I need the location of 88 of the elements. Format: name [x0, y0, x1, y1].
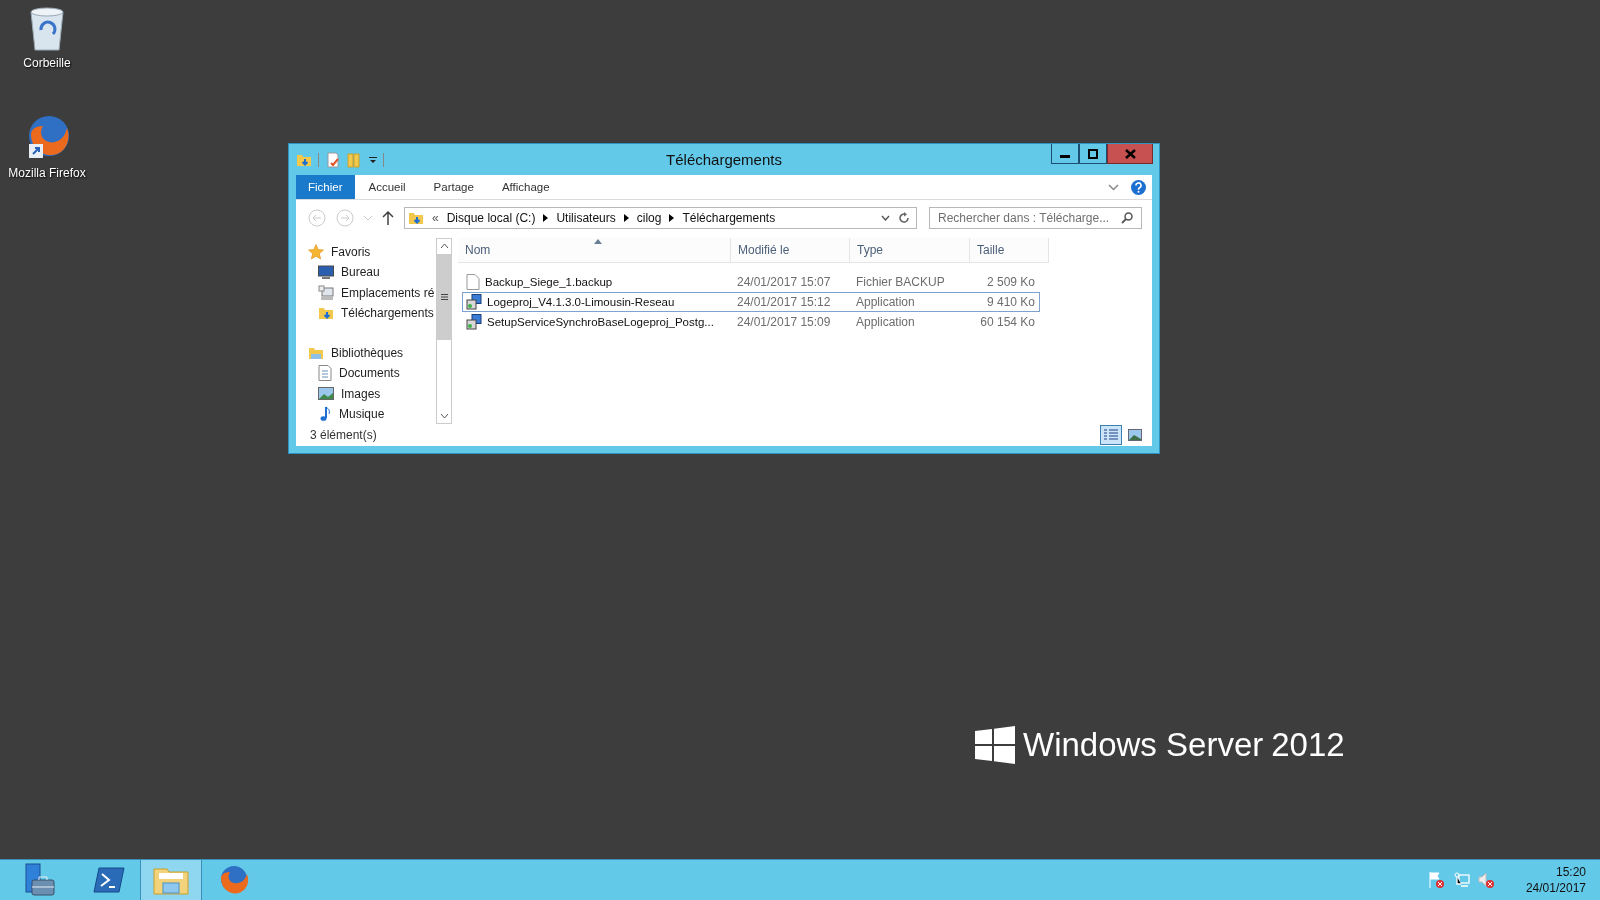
search-icon — [1121, 212, 1133, 224]
installer-icon — [466, 314, 482, 330]
table-cell-text: 60 154 Ko — [979, 315, 1036, 329]
column-header[interactable]: Type — [850, 238, 970, 262]
landscape-picture-icon — [1128, 429, 1142, 441]
overflow-chevron[interactable]: « — [432, 211, 439, 225]
sort-arrow-icon — [594, 239, 602, 244]
maximize-button[interactable] — [1079, 144, 1107, 164]
table-cell-text: 2 509 Ko — [985, 275, 1036, 289]
table-cell-text: Application — [855, 295, 916, 309]
desktop-shortcut[interactable]: Mozilla Firefox — [4, 114, 90, 180]
file-row[interactable]: SetupServiceSynchroBaseLogeproj_Postg... 24/01/2017 15:09 Application 60 154 Ko — [462, 312, 1040, 332]
table-cell-text: 24/01/2017 15:07 — [736, 275, 832, 289]
table-cell-text: 9 410 Ko — [985, 295, 1036, 309]
clock-time: 15:20 — [1555, 864, 1586, 880]
nav-item[interactable]: Images — [308, 383, 436, 404]
installer-icon — [466, 294, 482, 310]
caret-icon[interactable] — [881, 215, 890, 221]
column-header[interactable]: Nom — [458, 238, 731, 262]
up-arrow-icon[interactable] — [382, 211, 394, 225]
nav-item[interactable]: Musique — [308, 403, 436, 424]
library-folder-icon — [308, 345, 324, 362]
nav-item[interactable]: Téléchargements — [308, 302, 436, 323]
table-cell-text: 24/01/2017 15:09 — [736, 315, 832, 329]
nav-item[interactable]: Emplacements ré — [308, 282, 436, 303]
address-bar[interactable]: « Disque local (C:) Utilisateurs cilog Téléchargements — [404, 207, 917, 229]
breadcrumb-arrow-icon[interactable] — [543, 214, 549, 222]
product-version: 2012 — [1271, 726, 1345, 764]
maximize-icon — [1088, 148, 1098, 159]
speaker-muted-icon[interactable] — [1477, 871, 1496, 889]
flag-error-icon[interactable] — [1427, 871, 1446, 889]
list-view-icon — [1104, 429, 1118, 441]
table-cell-text: Application — [855, 315, 916, 329]
file-explorer-button[interactable] — [140, 860, 202, 900]
file-name: Backup_Siege_1.backup — [485, 276, 613, 288]
monitor-icon — [318, 265, 334, 280]
network-icon[interactable] — [1453, 872, 1470, 888]
folder-icon — [408, 210, 424, 226]
breadcrumb-item[interactable]: Téléchargements — [682, 211, 776, 225]
star-icon — [308, 244, 324, 261]
dropdown-icon[interactable] — [369, 155, 377, 164]
product-name: Windows Server — [1023, 726, 1264, 764]
scroll-down-icon[interactable] — [439, 413, 449, 419]
terminal-icon — [92, 867, 125, 893]
file-name: SetupServiceSynchroBaseLogeproj_Postg... — [487, 316, 714, 328]
breadcrumb-arrow-icon[interactable] — [669, 214, 675, 222]
folder-icon — [153, 865, 189, 895]
search-field[interactable]: Rechercher dans : Télécharge... — [929, 207, 1142, 229]
nav-section[interactable]: Favoris — [308, 242, 436, 263]
scroll-up-icon[interactable] — [439, 243, 449, 249]
ribbon-tab[interactable]: Fichier — [296, 175, 355, 199]
recycle-bin-icon — [27, 6, 67, 52]
breadcrumb-item[interactable]: cilog — [636, 211, 662, 225]
table-cell-text: Fichier BACKUP — [855, 275, 946, 289]
column-header[interactable]: Modifié le — [731, 238, 850, 262]
breadcrumb-item[interactable]: Utilisateurs — [556, 211, 616, 225]
item-count: 3 élément(s) — [310, 428, 377, 442]
music-note-icon — [318, 405, 332, 422]
clock[interactable]: 15:20 24/01/2017 — [1525, 864, 1586, 896]
nav-item[interactable]: Bureau — [308, 262, 436, 283]
window-title: Téléchargements — [666, 151, 782, 168]
document-icon — [318, 365, 332, 382]
windows-logo-icon — [975, 726, 1015, 764]
file-name: Logeproj_V4.1.3.0-Limousin-Reseau — [487, 296, 675, 308]
close-button[interactable] — [1107, 144, 1153, 164]
minimize-icon — [1060, 155, 1070, 158]
network-computer-icon — [318, 284, 334, 301]
grip-icon[interactable] — [440, 294, 448, 300]
picture-icon — [318, 387, 334, 401]
nav-section[interactable]: Bibliothèques — [308, 343, 436, 364]
desktop-shortcut[interactable]: Corbeille — [4, 6, 90, 70]
clock-date: 24/01/2017 — [1525, 880, 1586, 896]
table-cell-text: 24/01/2017 15:12 — [736, 295, 832, 309]
minimize-button[interactable] — [1051, 144, 1079, 164]
column-header[interactable]: Taille — [970, 238, 1049, 262]
details-view-button[interactable] — [1100, 425, 1122, 445]
expand-ribbon-icon[interactable] — [1108, 183, 1119, 191]
scrollbar[interactable] — [436, 238, 452, 424]
help-icon[interactable] — [1131, 179, 1146, 195]
refresh-icon[interactable] — [898, 212, 910, 224]
breadcrumb-arrow-icon[interactable] — [623, 214, 629, 222]
nav-item[interactable]: Documents — [308, 363, 436, 384]
breadcrumb-item[interactable]: Disque local (C:) — [446, 211, 536, 225]
file-row[interactable]: Logeproj_V4.1.3.0-Limousin-Reseau 24/01/2017 15:12 Application 9 410 Ko — [462, 292, 1040, 312]
blank-file-icon — [466, 274, 480, 290]
properties-icon[interactable] — [325, 151, 341, 168]
file-row[interactable]: Backup_Siege_1.backup 24/01/2017 15:07 Fichier BACKUP 2 509 Ko — [462, 272, 1040, 292]
close-icon — [1124, 148, 1136, 159]
